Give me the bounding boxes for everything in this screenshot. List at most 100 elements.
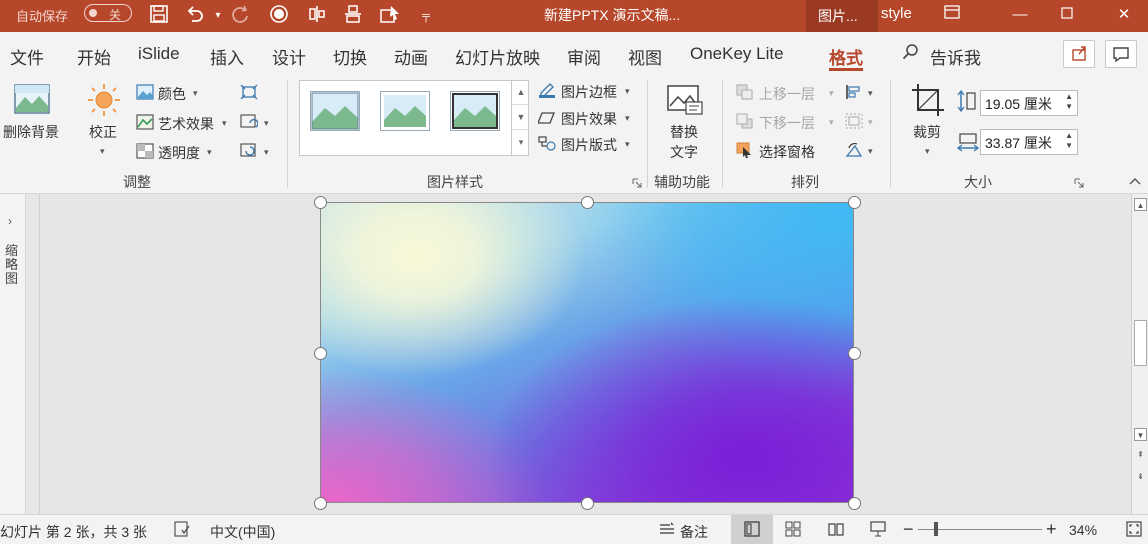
zoom-level[interactable]: 34%: [1069, 522, 1097, 538]
height-spin-down-icon[interactable]: ▼: [1065, 102, 1073, 111]
undo-dropdown-icon[interactable]: ▾: [206, 4, 230, 28]
picture-style-item[interactable]: [310, 91, 360, 131]
context-style-label: style: [881, 5, 912, 22]
tab-slideshow[interactable]: 幻灯片放映: [455, 44, 540, 69]
scroll-thumb[interactable]: [1134, 320, 1147, 366]
spellcheck-icon[interactable]: [174, 521, 190, 537]
maximize-icon[interactable]: [1043, 0, 1091, 32]
reset-picture-icon[interactable]: [240, 143, 258, 159]
rotate-dropdown-icon[interactable]: ▾: [868, 146, 873, 157]
dialog-launcher-icon[interactable]: [1074, 178, 1084, 188]
resize-handle-right[interactable]: [848, 347, 861, 360]
rotate-icon[interactable]: [845, 142, 863, 158]
picture-border-icon: [539, 83, 555, 98]
distribute-icon[interactable]: [341, 4, 365, 28]
bring-forward-dropdown-icon: ▾: [829, 88, 834, 98]
resize-handle-left[interactable]: [314, 347, 327, 360]
zoom-in-icon[interactable]: +: [1046, 519, 1057, 540]
autosave-toggle[interactable]: 关: [84, 4, 132, 22]
tab-design[interactable]: 设计: [272, 44, 306, 69]
comments-button[interactable]: [1105, 40, 1137, 68]
previous-slide-icon[interactable]: ⇞: [1134, 448, 1147, 461]
artistic-effects-label: 艺术效果: [158, 116, 214, 132]
group-dropdown-icon[interactable]: ▾: [868, 117, 873, 128]
slide-sorter-icon[interactable]: [785, 521, 801, 537]
width-spin-up-icon[interactable]: ▲: [1065, 131, 1073, 140]
tab-home[interactable]: 开始: [77, 44, 111, 69]
collapse-ribbon-icon[interactable]: [1128, 176, 1142, 186]
align-icon[interactable]: [305, 4, 329, 28]
selection-box: [320, 202, 854, 503]
resize-handle-bottom-right[interactable]: [848, 497, 861, 510]
minimize-icon[interactable]: —: [996, 0, 1044, 32]
compress-pictures-icon[interactable]: [240, 84, 258, 100]
scroll-up-icon[interactable]: ▲: [1134, 198, 1147, 211]
resize-handle-top[interactable]: [581, 196, 594, 209]
corrections-dropdown-icon: ▾: [100, 146, 105, 156]
resize-handle-top-right[interactable]: [848, 196, 861, 209]
tell-me-input[interactable]: 告诉我: [930, 44, 981, 69]
picture-style-item[interactable]: [380, 91, 430, 131]
width-input[interactable]: 33.87 厘米 ▲ ▼: [980, 129, 1078, 155]
width-spin-down-icon[interactable]: ▼: [1065, 141, 1073, 150]
picture-style-thumbnail: [452, 93, 498, 129]
expand-pane-icon[interactable]: ›: [8, 214, 12, 228]
undo-icon[interactable]: [183, 4, 207, 28]
language-indicator[interactable]: 中文(中国): [210, 522, 275, 542]
gallery-scroll-up-icon[interactable]: ▲: [512, 80, 530, 105]
select-icon[interactable]: [378, 4, 402, 28]
dialog-launcher-icon[interactable]: [632, 178, 642, 188]
width-value: 33.87 厘米: [985, 135, 1052, 151]
normal-view-icon[interactable]: [744, 521, 760, 537]
zoom-out-icon[interactable]: −: [903, 519, 914, 540]
tab-format[interactable]: 格式: [829, 44, 863, 69]
picture-style-item[interactable]: [450, 91, 500, 131]
ribbon-display-icon[interactable]: [928, 0, 976, 32]
tab-transitions[interactable]: 切换: [333, 44, 367, 69]
ribbon: 删除背景 校正 ▾ 颜色 ▾ 艺术效果 ▾ 透明度 ▾ ▾ ▾ 调整 ▲ ▼ ▾…: [0, 72, 1148, 194]
reset-picture-dropdown-icon[interactable]: ▾: [264, 147, 269, 158]
gallery-scroll-down-icon[interactable]: ▼: [512, 105, 530, 130]
tab-file[interactable]: 文件: [10, 44, 44, 69]
height-input[interactable]: 19.05 厘米 ▲ ▼: [980, 90, 1078, 116]
vertical-scrollbar[interactable]: ▲ ▼ ⇞ ⇟: [1131, 194, 1148, 514]
pane-splitter[interactable]: [26, 194, 40, 514]
slideshow-icon[interactable]: [870, 521, 886, 537]
alt-text-label-line1: 替换: [670, 124, 698, 140]
close-icon[interactable]: ✕: [1100, 0, 1148, 32]
share-button[interactable]: [1063, 40, 1095, 68]
align-dropdown-icon[interactable]: ▾: [868, 88, 873, 99]
record-icon[interactable]: [267, 4, 291, 28]
next-slide-icon[interactable]: ⇟: [1134, 470, 1147, 483]
tab-view[interactable]: 视图: [628, 44, 662, 69]
align-objects-icon[interactable]: [845, 84, 863, 100]
tab-islide[interactable]: iSlide: [138, 44, 180, 64]
notes-button[interactable]: 备注: [680, 522, 708, 542]
fit-to-window-icon[interactable]: [1126, 521, 1142, 537]
transparency-dropdown-icon: ▾: [207, 147, 212, 157]
scroll-down-icon[interactable]: ▼: [1134, 428, 1147, 441]
height-spin-up-icon[interactable]: ▲: [1065, 92, 1073, 101]
context-tab-picture[interactable]: 图片...: [806, 0, 878, 32]
transparency-icon: [136, 143, 154, 159]
tab-animations[interactable]: 动画: [394, 44, 428, 69]
change-picture-icon[interactable]: [240, 114, 258, 130]
thumbnail-pane[interactable]: › 缩略图: [0, 194, 26, 514]
crop-icon: [912, 84, 944, 116]
tab-review[interactable]: 审阅: [567, 44, 601, 69]
resize-handle-top-left[interactable]: [314, 196, 327, 209]
gallery-more-icon[interactable]: ▾: [512, 130, 530, 155]
save-icon[interactable]: [147, 4, 171, 28]
redo-icon[interactable]: [228, 4, 252, 28]
tab-onekey[interactable]: OneKey Lite: [690, 44, 784, 64]
resize-handle-bottom[interactable]: [581, 497, 594, 510]
group-objects-icon[interactable]: [845, 113, 863, 129]
change-picture-dropdown-icon[interactable]: ▾: [264, 118, 269, 129]
zoom-slider-thumb[interactable]: [934, 522, 938, 536]
reading-view-icon[interactable]: [828, 521, 844, 537]
customize-qat-icon[interactable]: ╤: [414, 4, 438, 28]
resize-handle-bottom-left[interactable]: [314, 497, 327, 510]
group-label-picture-styles: 图片样式: [427, 174, 483, 190]
tab-insert[interactable]: 插入: [210, 44, 244, 69]
alt-text-icon: [667, 85, 703, 115]
